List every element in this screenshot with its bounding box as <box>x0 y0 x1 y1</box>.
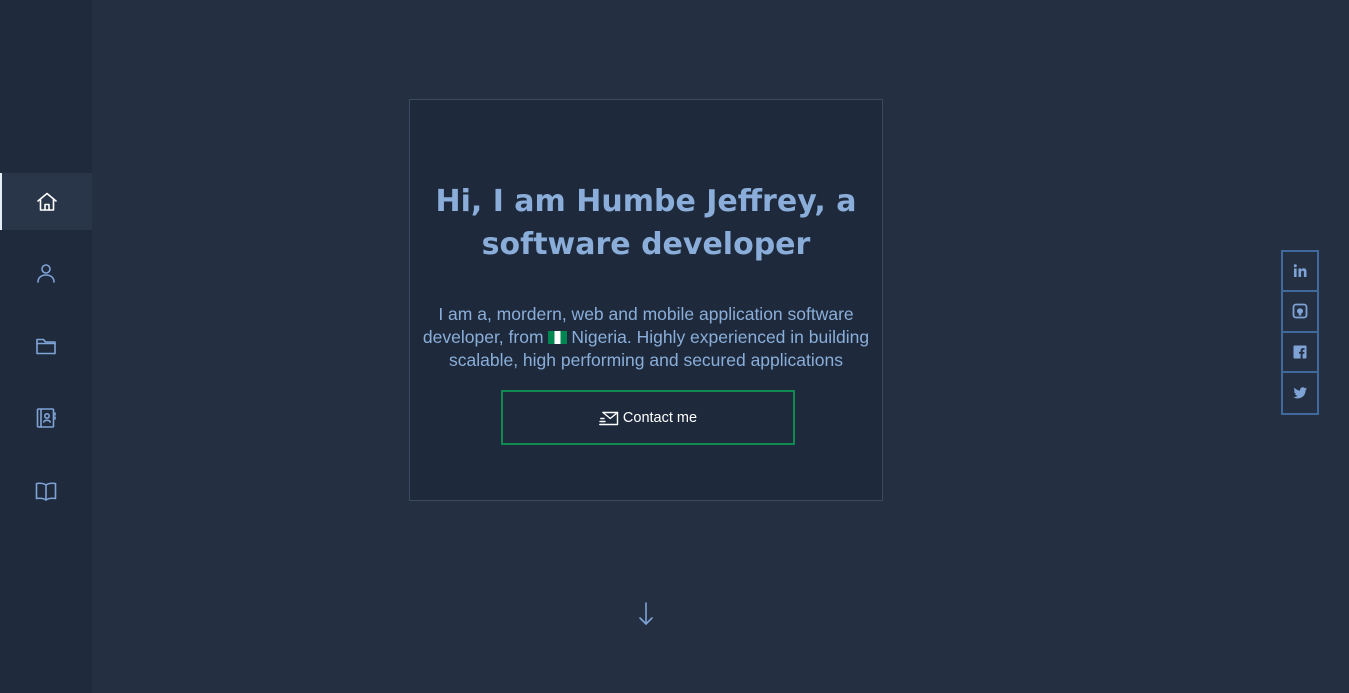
home-icon <box>37 192 57 211</box>
nav-home[interactable] <box>0 173 92 230</box>
contact-me-label: Contact me <box>622 409 698 426</box>
sidebar <box>0 0 92 693</box>
envelope-icon <box>599 411 619 425</box>
contact-book-icon <box>36 407 56 428</box>
facebook-icon <box>1293 345 1307 359</box>
nav-blog[interactable] <box>0 462 92 519</box>
nav-contact[interactable] <box>0 389 92 446</box>
github-icon <box>1292 303 1308 319</box>
nigeria-flag-icon <box>548 331 568 344</box>
hero-heading: Hi, I am Humbe Jeffrey, a software devel… <box>435 184 857 262</box>
social-facebook[interactable] <box>1283 333 1317 373</box>
user-icon <box>37 263 55 283</box>
book-icon <box>35 482 57 501</box>
contact-me-button[interactable]: Contact me <box>501 390 795 445</box>
linkedin-icon <box>1293 264 1307 278</box>
portfolio-page: Hi, I am Humbe Jeffrey, a software devel… <box>0 0 1349 693</box>
social-github[interactable] <box>1283 292 1317 333</box>
twitter-icon <box>1293 387 1307 399</box>
nav-projects[interactable] <box>0 317 92 374</box>
hero-card: Hi, I am Humbe Jeffrey, a software devel… <box>409 99 883 501</box>
social-linkedin[interactable] <box>1283 252 1317 293</box>
social-twitter[interactable] <box>1283 373 1317 413</box>
folder-icon <box>36 338 56 354</box>
hero-intro: I am a, mordern, web and mobile applicat… <box>416 303 876 372</box>
nav-about[interactable] <box>0 244 92 301</box>
arrow-down-icon <box>639 602 653 625</box>
social-links <box>1281 250 1319 415</box>
scroll-down-arrow[interactable] <box>636 600 656 628</box>
